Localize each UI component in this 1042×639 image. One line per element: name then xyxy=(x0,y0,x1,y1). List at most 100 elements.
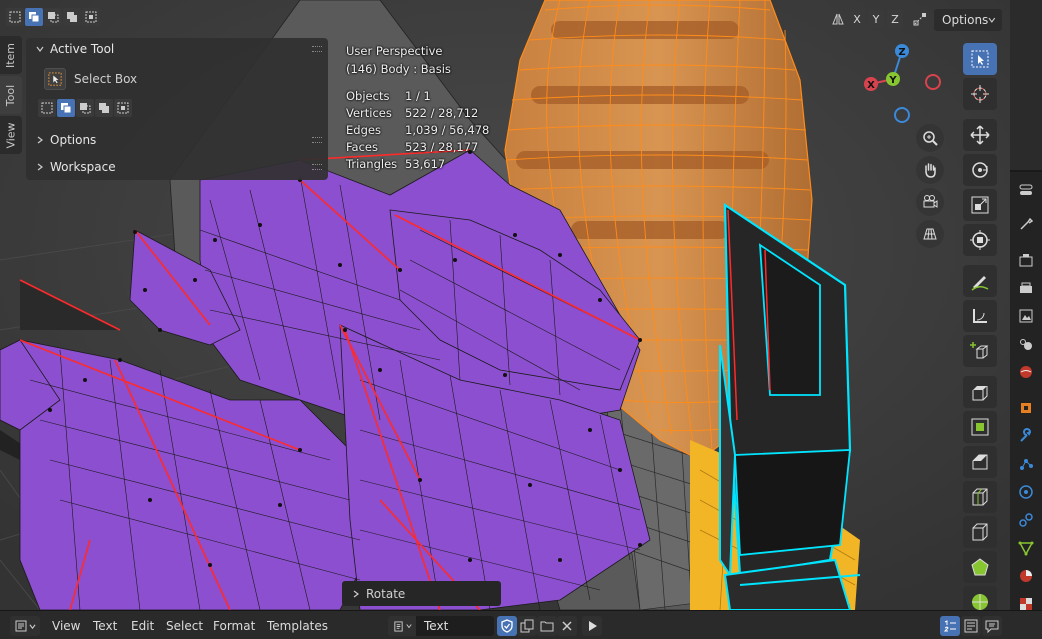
select-mode-subtract-icon[interactable] xyxy=(44,8,62,26)
tab-view[interactable]: View xyxy=(0,116,22,154)
view-layer-icon[interactable] xyxy=(1018,308,1034,324)
svg-text:Y: Y xyxy=(888,75,897,86)
transform-tool-icon[interactable] xyxy=(963,224,997,256)
chevron-right-icon xyxy=(353,590,359,597)
menu-view[interactable]: View xyxy=(52,619,80,633)
mirror-z-button[interactable]: Z xyxy=(887,10,903,28)
object-icon[interactable] xyxy=(1018,400,1034,416)
menu-templates[interactable]: Templates xyxy=(267,619,328,633)
extrude-tool-icon[interactable] xyxy=(963,376,997,408)
mode-intersect-icon[interactable] xyxy=(114,99,132,117)
chevron-right-icon xyxy=(37,163,43,171)
rotate-tool-icon[interactable] xyxy=(963,154,997,186)
mirror-y-button[interactable]: Y xyxy=(868,10,884,28)
mirror-icon[interactable] xyxy=(830,10,846,28)
object-label: (146) Body : Basis xyxy=(346,62,451,76)
physics-icon[interactable] xyxy=(1018,484,1034,500)
grid-view-icon[interactable] xyxy=(916,220,944,248)
measure-tool-icon[interactable] xyxy=(963,300,997,332)
panel-drag-handle[interactable] xyxy=(312,164,322,170)
particles-icon[interactable] xyxy=(1018,456,1034,472)
text-block-selector[interactable]: Text xyxy=(388,616,494,636)
tab-tool[interactable]: Tool xyxy=(0,76,22,114)
navigation-tools xyxy=(916,124,944,248)
menu-select[interactable]: Select xyxy=(166,619,203,633)
mode-subtract-icon[interactable] xyxy=(76,99,94,117)
sidebar-tabs: Item Tool View xyxy=(0,36,22,154)
add-cube-tool-icon[interactable] xyxy=(963,335,997,367)
mirror-x-button[interactable]: X xyxy=(849,10,865,28)
constraints-icon[interactable] xyxy=(1018,512,1034,528)
text-editor-header: View Text Edit Select Format Templates T… xyxy=(0,610,1042,639)
gizmo-neg-x-icon[interactable] xyxy=(925,74,941,90)
tab-item[interactable]: Item xyxy=(0,36,22,74)
mirror-axes-group: X Y Z xyxy=(830,10,928,28)
text-file-icon[interactable] xyxy=(388,616,416,636)
menu-edit[interactable]: Edit xyxy=(131,619,154,633)
editor-type-dropdown[interactable] xyxy=(10,616,40,636)
editor-type-icon[interactable] xyxy=(1018,182,1034,198)
select-mode-intersect-icon[interactable] xyxy=(82,8,100,26)
select-box-icon[interactable] xyxy=(44,68,66,90)
auto-merge-icon[interactable] xyxy=(912,10,928,28)
data-mesh-icon[interactable] xyxy=(1018,540,1034,556)
annotate-tool-icon[interactable] xyxy=(963,265,997,297)
panel-drag-handle[interactable] xyxy=(312,137,322,143)
open-folder-icon[interactable] xyxy=(537,616,557,636)
fake-user-shield-icon[interactable] xyxy=(497,616,517,636)
select-mode-invert-icon[interactable] xyxy=(63,8,81,26)
text-block-name[interactable]: Text xyxy=(416,616,494,636)
scale-tool-icon[interactable] xyxy=(963,189,997,221)
stat-row: Triangles 53,617 xyxy=(346,157,446,171)
select-tool-icon[interactable] xyxy=(963,43,997,75)
loop-cut-tool-icon[interactable] xyxy=(963,481,997,513)
select-mode-extend-icon[interactable] xyxy=(25,8,43,26)
inset-tool-icon[interactable] xyxy=(963,411,997,443)
run-script-icon[interactable] xyxy=(582,616,602,636)
duplicate-text-icon[interactable] xyxy=(517,616,537,636)
select-mode-group xyxy=(6,8,100,30)
stat-row: Faces 523 / 28,177 xyxy=(346,140,479,154)
navigation-gizmo[interactable]: Z X Y xyxy=(860,42,944,126)
chevron-right-icon xyxy=(37,136,43,144)
render-icon[interactable] xyxy=(1018,252,1034,268)
zoom-icon[interactable] xyxy=(916,124,944,152)
hand-pan-icon[interactable] xyxy=(916,156,944,184)
properties-tab-strip xyxy=(1010,0,1042,610)
output-icon[interactable] xyxy=(1018,280,1034,296)
word-wrap-icon[interactable] xyxy=(961,616,981,636)
poly-build-tool-icon[interactable] xyxy=(963,551,997,583)
menu-text[interactable]: Text xyxy=(93,619,117,633)
spin-tool-icon[interactable] xyxy=(963,586,997,610)
scene-icon[interactable] xyxy=(1018,336,1034,352)
knife-tool-icon[interactable] xyxy=(963,516,997,548)
gizmo-neg-z-icon[interactable] xyxy=(894,107,910,123)
camera-icon[interactable] xyxy=(916,188,944,216)
modifier-wrench-icon[interactable] xyxy=(1018,428,1034,444)
line-numbers-icon[interactable] xyxy=(940,616,960,636)
world-icon[interactable] xyxy=(1018,364,1034,380)
tool-mode-group xyxy=(38,99,132,117)
mode-invert-icon[interactable] xyxy=(95,99,113,117)
3d-viewport[interactable]: Item Tool View Active Tool Select Box Op… xyxy=(0,0,1010,610)
mode-extend-icon[interactable] xyxy=(57,99,75,117)
move-tool-icon[interactable] xyxy=(963,119,997,151)
tool-properties-icon[interactable] xyxy=(1018,216,1034,232)
options-header[interactable]: Options xyxy=(36,133,96,147)
options-dropdown[interactable]: Options xyxy=(934,9,1002,31)
workspace-header[interactable]: Workspace xyxy=(36,160,116,174)
syntax-highlight-icon[interactable] xyxy=(982,616,1002,636)
viewport-stats-overlay: User Perspective (146) Body : Basis Obje… xyxy=(346,42,489,173)
chevron-down-icon xyxy=(36,46,44,52)
panel-drag-handle[interactable] xyxy=(312,46,322,52)
menu-format[interactable]: Format xyxy=(213,619,255,633)
redo-panel-rotate[interactable]: Rotate xyxy=(342,581,501,606)
active-tool-header[interactable]: Active Tool xyxy=(36,42,114,56)
cursor-tool-icon[interactable] xyxy=(963,78,997,110)
mode-new-icon[interactable] xyxy=(38,99,56,117)
material-icon[interactable] xyxy=(1018,568,1034,584)
bevel-tool-icon[interactable] xyxy=(963,446,997,478)
close-icon[interactable] xyxy=(557,616,577,636)
tool-panel: Active Tool Select Box Options Workspace xyxy=(26,38,328,180)
select-mode-new-icon[interactable] xyxy=(6,8,24,26)
